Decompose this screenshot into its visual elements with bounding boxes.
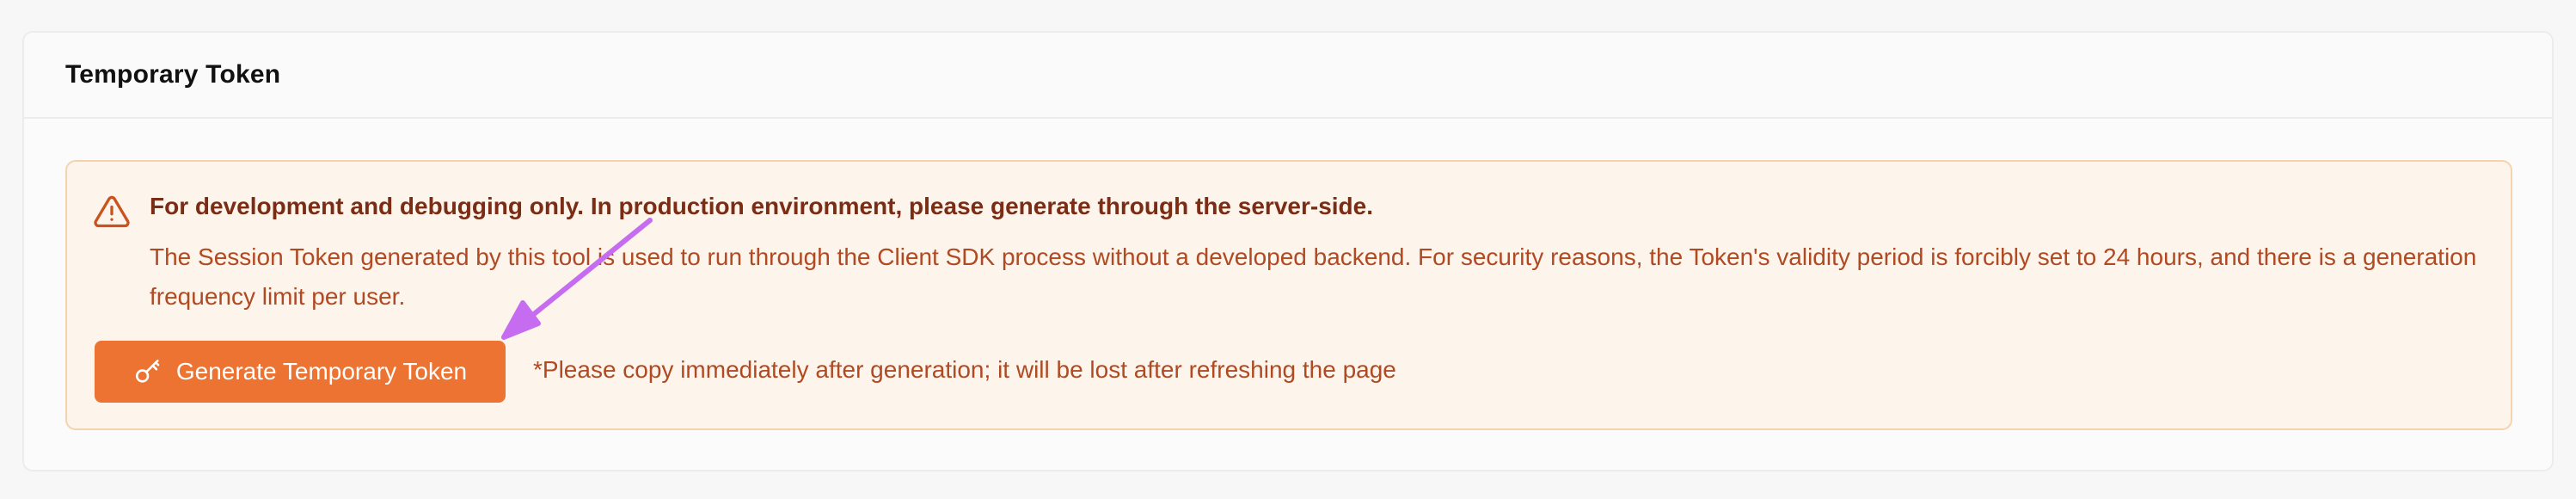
card-title: Temporary Token [65,60,281,89]
generate-temporary-token-button[interactable]: Generate Temporary Token [95,341,506,403]
key-icon [135,359,160,383]
generate-button-label: Generate Temporary Token [175,358,468,385]
alert-heading: For development and debugging only. In p… [150,193,1373,219]
alert-body: The Session Token generated by this tool… [150,243,2477,310]
warning-triangle-icon [94,195,130,228]
temporary-token-card: Temporary Token For development and debu… [22,31,2554,471]
card-header: Temporary Token [24,33,2552,119]
copy-note: *Please copy immediately after generatio… [533,356,1396,383]
warning-alert: For development and debugging only. In p… [65,160,2512,430]
